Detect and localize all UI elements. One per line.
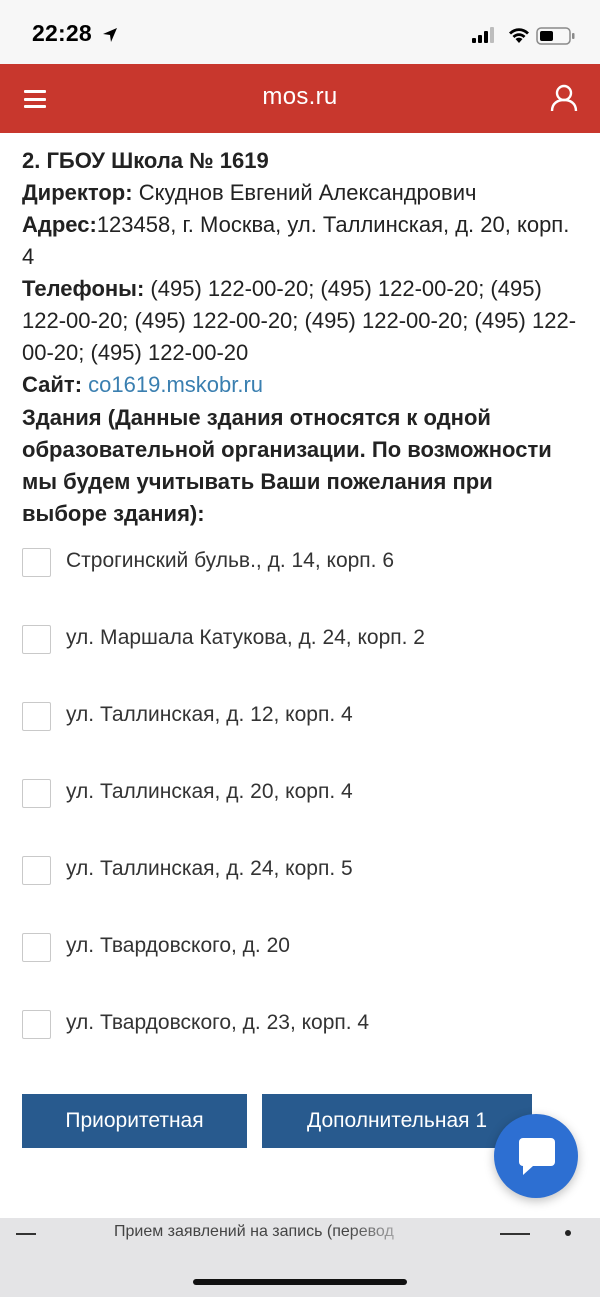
building-label: Строгинский бульв., д. 14, корп. 6	[66, 549, 395, 572]
building-checkbox[interactable]	[22, 702, 51, 731]
building-checkbox[interactable]	[22, 856, 51, 885]
phones-label: Телефоны:	[22, 276, 145, 301]
building-option[interactable]: ул. Твардовского, д. 20	[22, 933, 562, 963]
building-checkbox[interactable]	[22, 933, 51, 962]
building-label: ул. Таллинская, д. 12, корп. 4	[66, 703, 353, 726]
site-link[interactable]: co1619.mskobr.ru	[88, 372, 263, 397]
wifi-icon	[509, 28, 529, 43]
user-icon[interactable]	[550, 84, 578, 112]
school-info: 2. ГБОУ Школа № 1619 Директор: Скуднов Е…	[22, 145, 582, 530]
dot-icon[interactable]	[565, 1230, 571, 1236]
building-checkbox[interactable]	[22, 1010, 51, 1039]
site-label: Сайт:	[22, 372, 83, 397]
building-option[interactable]: ул. Таллинская, д. 24, корп. 5	[22, 856, 562, 886]
buildings-heading: Здания (Данные здания относятся к одной …	[22, 405, 552, 526]
address-value: 123458, г. Москва, ул. Таллинская, д. 20…	[22, 212, 570, 269]
app-header: mos.ru	[0, 64, 600, 133]
location-arrow-icon	[103, 28, 117, 42]
additional-button[interactable]: Дополнительная 1	[262, 1094, 532, 1148]
cellular-signal-icon	[472, 27, 494, 43]
chat-button[interactable]	[494, 1114, 578, 1198]
address-label: Адрес:	[22, 212, 97, 237]
building-option[interactable]: ул. Твардовского, д. 23, корп. 4	[22, 1010, 562, 1040]
building-label: ул. Таллинская, д. 24, корп. 5	[66, 857, 353, 880]
status-time: 22:28	[32, 20, 92, 46]
building-checkbox[interactable]	[22, 548, 51, 577]
building-option[interactable]: ул. Таллинская, д. 12, корп. 4	[22, 702, 562, 732]
building-option[interactable]: ул. Таллинская, д. 20, корп. 4	[22, 779, 562, 809]
building-option[interactable]: Строгинский бульв., д. 14, корп. 6	[22, 548, 562, 578]
building-label: ул. Твардовского, д. 20	[66, 934, 290, 957]
director-value: Скуднов Евгений Александрович	[132, 180, 477, 205]
bottom-tab-bar: Прием заявлений на запись (перевод	[0, 1218, 600, 1297]
building-checkbox[interactable]	[22, 625, 51, 654]
address-line: Адрес:123458, г. Москва, ул. Таллинская,…	[22, 209, 582, 273]
school-title: 2. ГБОУ Школа № 1619	[22, 148, 269, 173]
dash-icon[interactable]	[500, 1233, 530, 1235]
director-line: Директор: Скуднов Евгений Александрович	[22, 177, 582, 209]
building-label: ул. Твардовского, д. 23, корп. 4	[66, 1011, 370, 1034]
chat-bubble-icon	[519, 1138, 555, 1175]
home-indicator[interactable]	[193, 1279, 407, 1285]
page-tab-title[interactable]: Прием заявлений на запись (перевод	[114, 1223, 426, 1241]
battery-icon	[536, 27, 575, 45]
phones-line: Телефоны: (495) 122-00-20; (495) 122-00-…	[22, 273, 582, 369]
building-option[interactable]: ул. Маршала Катукова, д. 24, корп. 2	[22, 625, 562, 655]
minimize-icon[interactable]	[16, 1233, 36, 1235]
building-label: ул. Маршала Катукова, д. 24, корп. 2	[66, 626, 425, 649]
status-bar: 22:28	[0, 0, 600, 64]
building-label: ул. Таллинская, д. 20, корп. 4	[66, 780, 353, 803]
building-checkbox[interactable]	[22, 779, 51, 808]
priority-button[interactable]: Приоритетная	[22, 1094, 247, 1148]
director-label: Директор:	[22, 180, 133, 205]
site-title[interactable]: mos.ru	[0, 83, 600, 111]
site-line: Сайт: co1619.mskobr.ru	[22, 369, 582, 401]
